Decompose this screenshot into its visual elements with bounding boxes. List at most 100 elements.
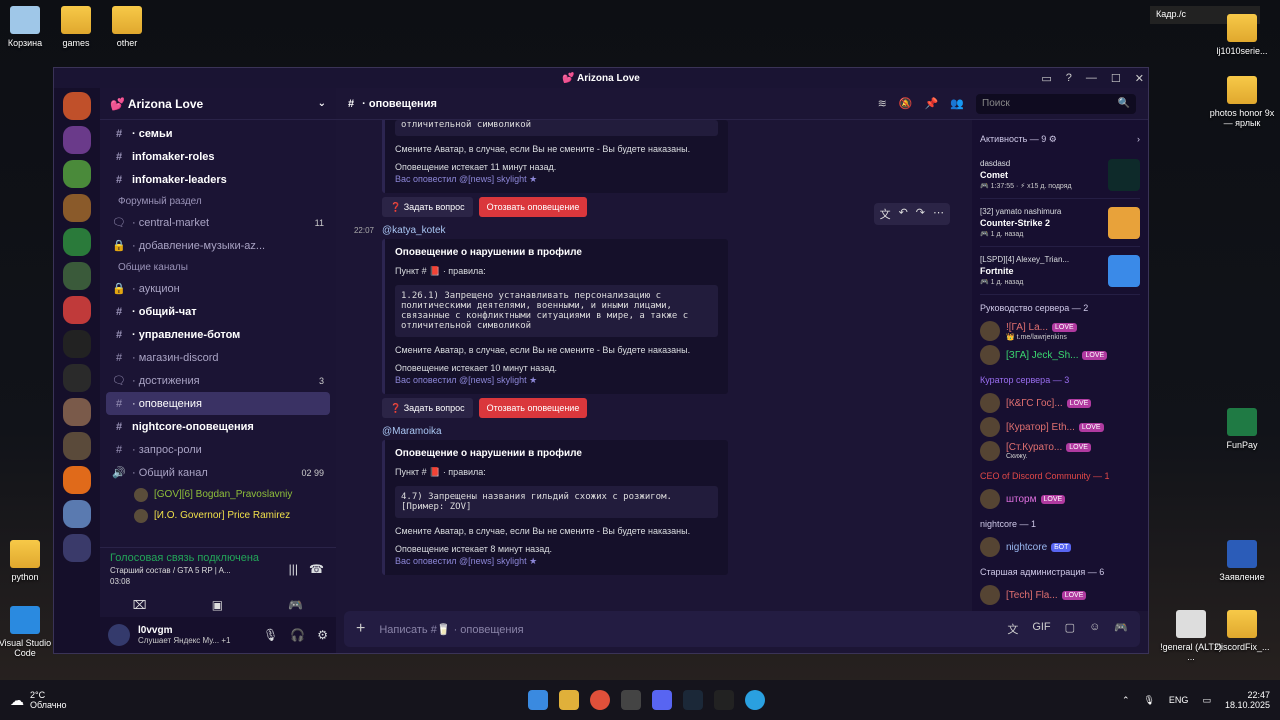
revoke-notification-button[interactable]: Отозвать оповещение: [478, 398, 588, 418]
screen-share-icon[interactable]: ▣: [212, 598, 223, 612]
member-item[interactable]: шторм LOVE: [980, 487, 1140, 511]
message-composer[interactable]: + Написать #🥛 · оповещения 文 GIF ▢ ☺ 🎮: [344, 611, 1140, 647]
plus-icon[interactable]: +: [356, 620, 365, 638]
chevron-up-icon[interactable]: ⌃: [1122, 695, 1130, 706]
pin-icon[interactable]: 📌: [925, 97, 939, 110]
desktop-icon-python[interactable]: python: [0, 540, 60, 582]
member-item[interactable]: ![ГА] La... LOVE 👑 t.me/lawrjenkins: [980, 319, 1140, 343]
server-icon[interactable]: [63, 160, 91, 188]
channel-item[interactable]: # · семьи: [106, 122, 330, 145]
server-icon[interactable]: [63, 296, 91, 324]
channel-item[interactable]: 🗨 · достижения 3: [106, 369, 330, 392]
desktop-icon-discordfix[interactable]: DiscordFix_...: [1207, 610, 1277, 652]
clock-time[interactable]: 22:47: [1225, 690, 1270, 700]
voice-channel-info[interactable]: Старший состав / GTA 5 RP | A...: [110, 566, 231, 575]
minimize-button[interactable]: —: [1086, 72, 1097, 84]
channel-item[interactable]: 🔊 · Общий канал 02 99: [106, 461, 330, 484]
channel-item[interactable]: # · запрос-роли: [106, 438, 330, 461]
weather-text[interactable]: Облачно: [30, 700, 66, 710]
network-icon[interactable]: ▭: [1202, 695, 1211, 706]
channel-item[interactable]: 🗨 · central-market 11: [106, 211, 330, 234]
inbox-icon[interactable]: ▭: [1041, 72, 1051, 85]
sticker-icon[interactable]: ▢: [1065, 621, 1075, 637]
channel-item[interactable]: # infomaker-roles: [106, 145, 330, 168]
guild-header[interactable]: 💕 Arizona Love ⌄: [100, 88, 336, 120]
desktop-icon-lj1010[interactable]: lj1010serie...: [1207, 14, 1277, 56]
server-icon[interactable]: [63, 500, 91, 528]
emoji-icon[interactable]: ☺: [1089, 621, 1100, 637]
discord-icon[interactable]: [652, 690, 672, 710]
maximize-button[interactable]: ☐: [1111, 72, 1121, 85]
translate-icon[interactable]: 文: [1007, 621, 1018, 637]
microphone-icon[interactable]: 🎙: [263, 628, 278, 642]
desktop-icon-statement[interactable]: Заявление: [1207, 540, 1277, 582]
voice-user[interactable]: [GOV][6] Bogdan_Pravoslavniy: [106, 484, 330, 505]
steam-icon[interactable]: [683, 690, 703, 710]
desktop-icon-photos[interactable]: photos honor 9x — ярлык: [1207, 76, 1277, 128]
members-icon[interactable]: 👥: [950, 97, 964, 110]
chevron-right-icon[interactable]: ›: [1137, 134, 1140, 145]
server-icon[interactable]: [63, 534, 91, 562]
channel-item[interactable]: # nightcore-оповещения: [106, 415, 330, 438]
epic-games-icon[interactable]: [714, 690, 734, 710]
server-icon[interactable]: [63, 194, 91, 222]
server-icon[interactable]: [63, 228, 91, 256]
revoke-notification-button[interactable]: Отозвать оповещение: [478, 197, 588, 217]
composer-input[interactable]: Написать #🥛 · оповещения: [379, 623, 523, 636]
translate-icon[interactable]: 文: [880, 206, 891, 222]
server-icon[interactable]: [63, 466, 91, 494]
threads-icon[interactable]: ≋: [878, 97, 887, 110]
activities-icon[interactable]: 🎮: [288, 598, 303, 612]
more-icon[interactable]: ⋯: [933, 206, 944, 222]
microphone-icon[interactable]: 🎙: [1143, 695, 1154, 706]
desktop-icon-other[interactable]: other: [92, 6, 162, 48]
search-input[interactable]: Поиск 🔍: [976, 93, 1136, 114]
activity-card[interactable]: dasdasd Comet 🎮 1:37:55 · ⚡ x15 д. подряд: [980, 151, 1140, 199]
server-icon[interactable]: [63, 398, 91, 426]
desktop-icon-vscode[interactable]: Visual Studio Code: [0, 606, 60, 658]
server-icon[interactable]: [63, 364, 91, 392]
soundboard-icon[interactable]: |||: [289, 562, 298, 576]
channel-item[interactable]: # · магазин-discord: [106, 346, 330, 369]
server-icon[interactable]: [63, 432, 91, 460]
headphones-icon[interactable]: 🎧: [290, 628, 305, 642]
start-icon[interactable]: [528, 690, 548, 710]
avatar[interactable]: [108, 624, 130, 646]
channel-item[interactable]: 🔒 · аукцион: [106, 277, 330, 300]
server-icon[interactable]: [63, 92, 91, 120]
server-icon[interactable]: [63, 126, 91, 154]
channel-item[interactable]: # infomaker-leaders: [106, 168, 330, 191]
mute-bell-icon[interactable]: 🔕: [899, 97, 913, 110]
member-item[interactable]: [Куратор] Eth... LOVE: [980, 415, 1140, 439]
app-icon[interactable]: [621, 690, 641, 710]
member-item[interactable]: [Ст.Курато... LOVE Скижу.: [980, 439, 1140, 463]
channel-item[interactable]: 🔒 · добавление-музыки-az...: [106, 234, 330, 257]
disconnect-icon[interactable]: ☎: [309, 562, 324, 576]
voice-user[interactable]: [И.О. Governor] Price Ramirez: [106, 505, 330, 526]
help-icon[interactable]: ?: [1066, 72, 1072, 84]
member-item[interactable]: nightcore БОТ: [980, 535, 1140, 559]
weather-temp[interactable]: 2°C: [30, 690, 66, 700]
activities-icon[interactable]: 🎮: [1114, 621, 1128, 637]
message-author[interactable]: @Maramoika: [382, 426, 442, 437]
channel-item[interactable]: # · управление-ботом: [106, 323, 330, 346]
channel-item[interactable]: # · общий-чат: [106, 300, 330, 323]
explorer-icon[interactable]: [559, 690, 579, 710]
ask-question-button[interactable]: ❓ Задать вопрос: [382, 197, 473, 217]
server-icon[interactable]: [63, 330, 91, 358]
member-item[interactable]: [К&ГС Гос]... LOVE: [980, 391, 1140, 415]
chrome-icon[interactable]: [590, 690, 610, 710]
member-item[interactable]: [Tech] Fla... LOVE: [980, 583, 1140, 607]
language-indicator[interactable]: ENG: [1169, 695, 1189, 705]
server-icon[interactable]: [63, 262, 91, 290]
chevron-down-icon[interactable]: ⌄: [318, 98, 326, 109]
gear-icon[interactable]: ⚙: [317, 628, 328, 642]
forward-icon[interactable]: ↷: [916, 206, 925, 222]
close-button[interactable]: ✕: [1135, 72, 1144, 85]
channel-category[interactable]: Форумный раздел: [106, 191, 330, 211]
activity-card[interactable]: [LSPD][4] Alexey_Trian... Fortnite 🎮 1 д. …: [980, 247, 1140, 295]
camera-off-icon[interactable]: ⌧: [133, 598, 147, 612]
reply-icon[interactable]: ↶: [899, 206, 908, 222]
desktop-icon-funpay[interactable]: FunPay: [1207, 408, 1277, 450]
channel-category[interactable]: Общие каналы: [106, 257, 330, 277]
